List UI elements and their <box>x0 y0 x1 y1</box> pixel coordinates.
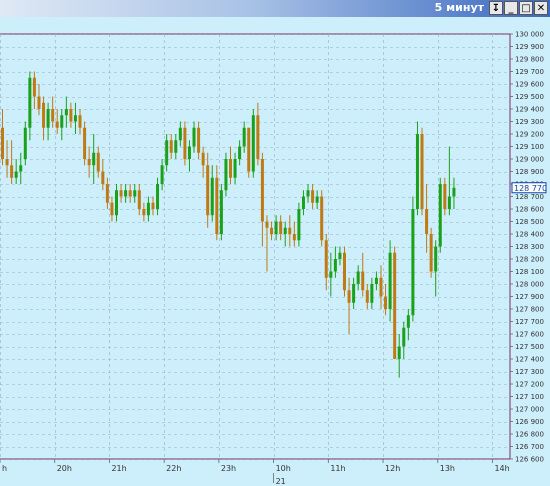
y-tick-label: 126 700 <box>515 443 544 451</box>
y-tick-label: 126 800 <box>515 431 544 439</box>
y-tick-label: 129 700 <box>515 68 544 76</box>
candle <box>23 121 27 166</box>
y-tick-label: 127 400 <box>515 356 544 364</box>
current-price-label: 128 770 <box>514 184 547 193</box>
x-tick-label: 14h <box>494 464 509 473</box>
maximize-button[interactable]: □ <box>519 1 533 15</box>
y-tick-label: 127 000 <box>515 406 544 414</box>
x-tick-label: 10h <box>276 464 291 473</box>
y-tick-label: 129 100 <box>515 143 544 151</box>
candle <box>251 109 255 178</box>
close-button[interactable]: ✕ <box>534 1 548 15</box>
y-tick-label: 129 200 <box>515 131 544 139</box>
x-tick-label: 11h <box>330 464 345 473</box>
candle <box>83 121 87 166</box>
y-tick-label: 128 700 <box>515 193 544 201</box>
x-tick-label: 20h <box>57 464 72 473</box>
price-chart[interactable]: 126 600 126 700 126 800 126 900 127 000 127 1… <box>0 17 550 486</box>
window-title: 5 минут <box>434 1 484 14</box>
x-tick-label: 21h <box>111 464 126 473</box>
candle <box>343 246 346 297</box>
y-tick-label: 129 900 <box>515 43 544 51</box>
candle <box>438 177 442 253</box>
y-tick-label: 129 800 <box>515 56 544 64</box>
title-bar[interactable]: 5 минут ↧ _ □ ✕ <box>0 0 550 17</box>
candle <box>429 227 433 278</box>
x-tick-label: 12h <box>385 464 400 473</box>
candle <box>393 246 397 359</box>
chart-window: 5 минут ↧ _ □ ✕ 126 600 126 700 126 800 126… <box>0 0 550 486</box>
y-tick-label: 128 100 <box>515 268 544 276</box>
y-tick-label: 126 600 <box>515 456 544 464</box>
candle <box>411 196 415 322</box>
y-tick-label: 129 400 <box>515 106 544 114</box>
y-tick-label: 127 200 <box>515 381 544 389</box>
y-tick-label: 129 500 <box>515 93 544 101</box>
y-axis: 126 600 126 700 126 800 126 900 127 000 127 1… <box>510 31 544 464</box>
y-tick-label: 128 500 <box>515 218 544 226</box>
y-tick-label: 127 600 <box>515 331 544 339</box>
x-tick-label: 13h <box>440 464 455 473</box>
candle <box>320 190 324 247</box>
minimize-button[interactable]: _ <box>504 1 518 15</box>
y-tick-label: 128 200 <box>515 256 544 264</box>
y-tick-label: 128 300 <box>515 243 544 251</box>
restore-icon[interactable]: ↧ <box>489 1 503 15</box>
candle <box>297 202 301 247</box>
candle <box>224 152 228 197</box>
y-tick-label: 129 300 <box>515 118 544 126</box>
y-tick-label: 128 000 <box>515 281 544 289</box>
candle <box>415 121 419 216</box>
y-tick-label: 127 900 <box>515 293 544 301</box>
candle <box>247 127 251 178</box>
y-tick-label: 128 600 <box>515 206 544 214</box>
x-tick-label: 23h <box>221 464 236 473</box>
y-tick-label: 129 600 <box>515 81 544 89</box>
x-tick-label: 22h <box>166 464 181 473</box>
y-tick-label: 128 900 <box>515 168 544 176</box>
current-price-tag: 128 770 <box>511 182 547 194</box>
y-tick-label: 128 400 <box>515 231 544 239</box>
x-tick-label: h <box>2 464 7 473</box>
y-tick-label: 127 500 <box>515 343 544 351</box>
date-label: 21 <box>276 477 286 486</box>
y-tick-label: 127 100 <box>515 393 544 401</box>
y-tick-label: 129 000 <box>515 156 544 164</box>
candle <box>183 121 187 166</box>
y-tick-label: 127 300 <box>515 368 544 376</box>
y-tick-label: 127 700 <box>515 318 544 326</box>
candle <box>219 184 223 241</box>
candle <box>420 127 424 216</box>
plot-area[interactable] <box>0 17 550 486</box>
y-tick-label: 127 800 <box>515 306 544 314</box>
y-tick-label: 126 900 <box>515 418 544 426</box>
y-tick-label: 130 000 <box>515 31 544 39</box>
